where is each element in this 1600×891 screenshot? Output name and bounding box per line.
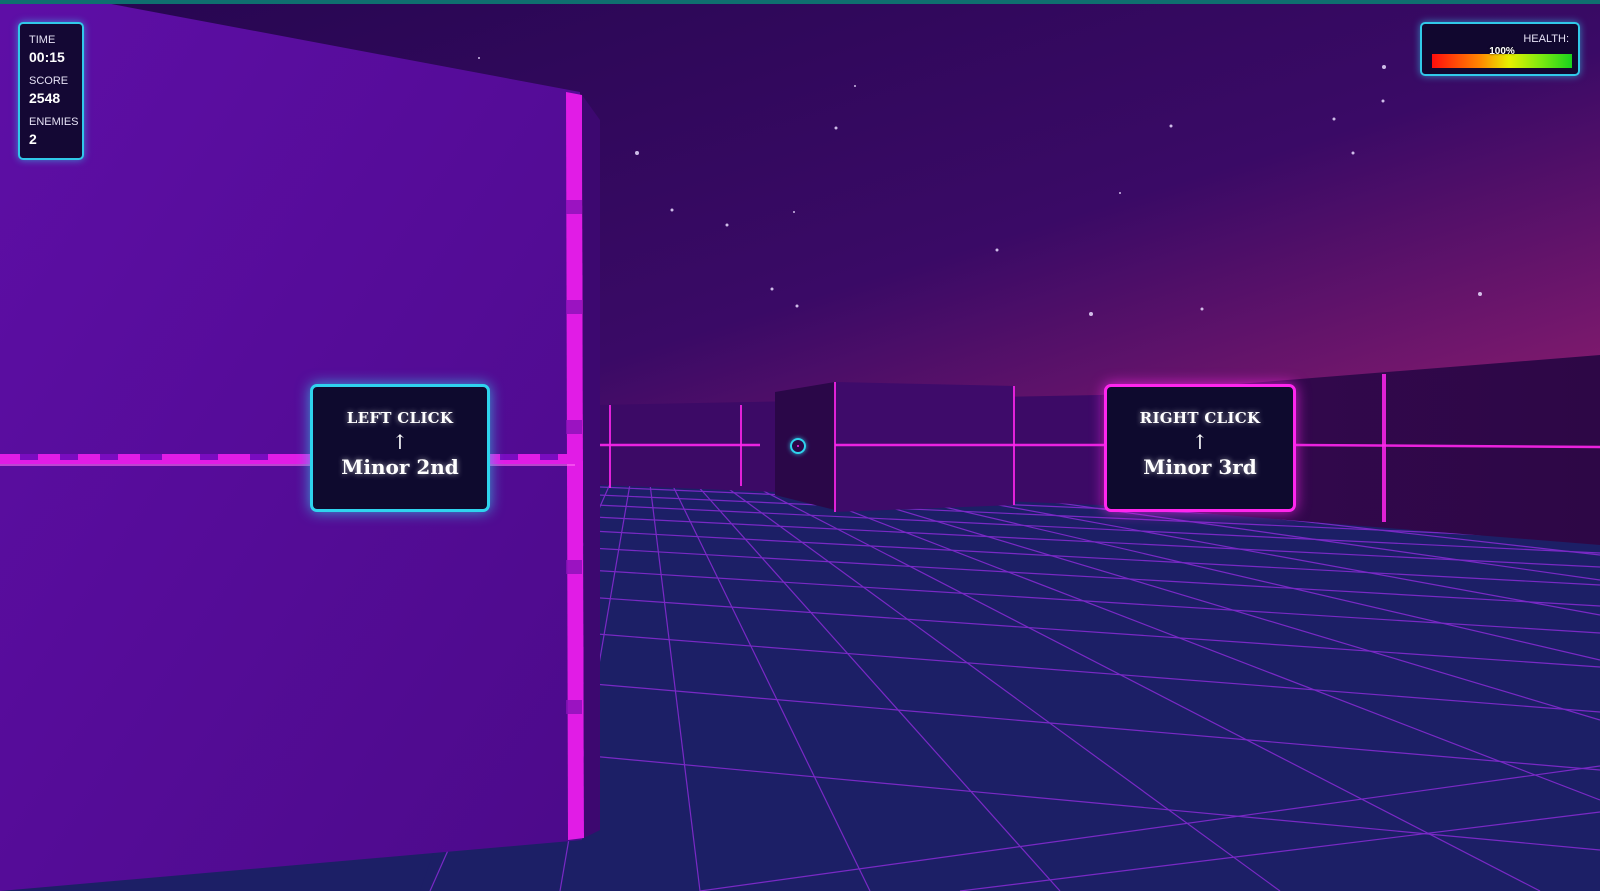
health-bar: 100% <box>1432 46 1572 68</box>
right-click-label: RIGHT CLICK <box>1139 409 1261 427</box>
crosshair-dot <box>797 445 799 447</box>
left-click-prompt: LEFT CLICK ↑ Minor 2nd <box>310 384 490 512</box>
time-value: 00:15 <box>29 49 65 65</box>
left-wall-side <box>582 95 600 838</box>
right-click-prompt: RIGHT CLICK ↑ Minor 3rd <box>1104 384 1296 512</box>
stats-panel: TIME 00:15 SCORE 2548 ENEMIES 2 <box>18 22 84 160</box>
enemies-label: ENEMIES <box>29 116 79 128</box>
score-label: SCORE <box>29 75 69 87</box>
top-border <box>0 0 1600 4</box>
score-value: 2548 <box>29 90 61 106</box>
game-viewport[interactable]: TIME 00:15 SCORE 2548 ENEMIES 2 HEALTH: … <box>0 0 1600 891</box>
health-percent: 100% <box>1489 46 1515 57</box>
enemies-value: 2 <box>29 131 37 147</box>
right-interval-label: Minor 3rd <box>1143 455 1257 479</box>
left-click-label: LEFT CLICK <box>346 409 454 427</box>
health-panel: HEALTH: 100% <box>1420 22 1580 76</box>
left-wall <box>0 0 582 891</box>
up-arrow-icon: ↑ <box>1191 430 1209 454</box>
crosshair-icon <box>790 438 806 454</box>
far-block-front <box>835 382 1015 512</box>
up-arrow-icon: ↑ <box>391 430 409 454</box>
time-label: TIME <box>29 34 56 46</box>
health-label: HEALTH: <box>1523 33 1569 45</box>
left-interval-label: Minor 2nd <box>341 455 459 479</box>
